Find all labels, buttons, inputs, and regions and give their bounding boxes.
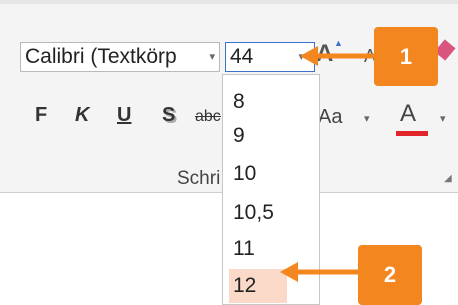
- callout-1: 1: [374, 27, 438, 86]
- arrow-2-head: [280, 262, 298, 282]
- arrow-1-head: [300, 46, 318, 66]
- callout-2: 2: [358, 245, 422, 305]
